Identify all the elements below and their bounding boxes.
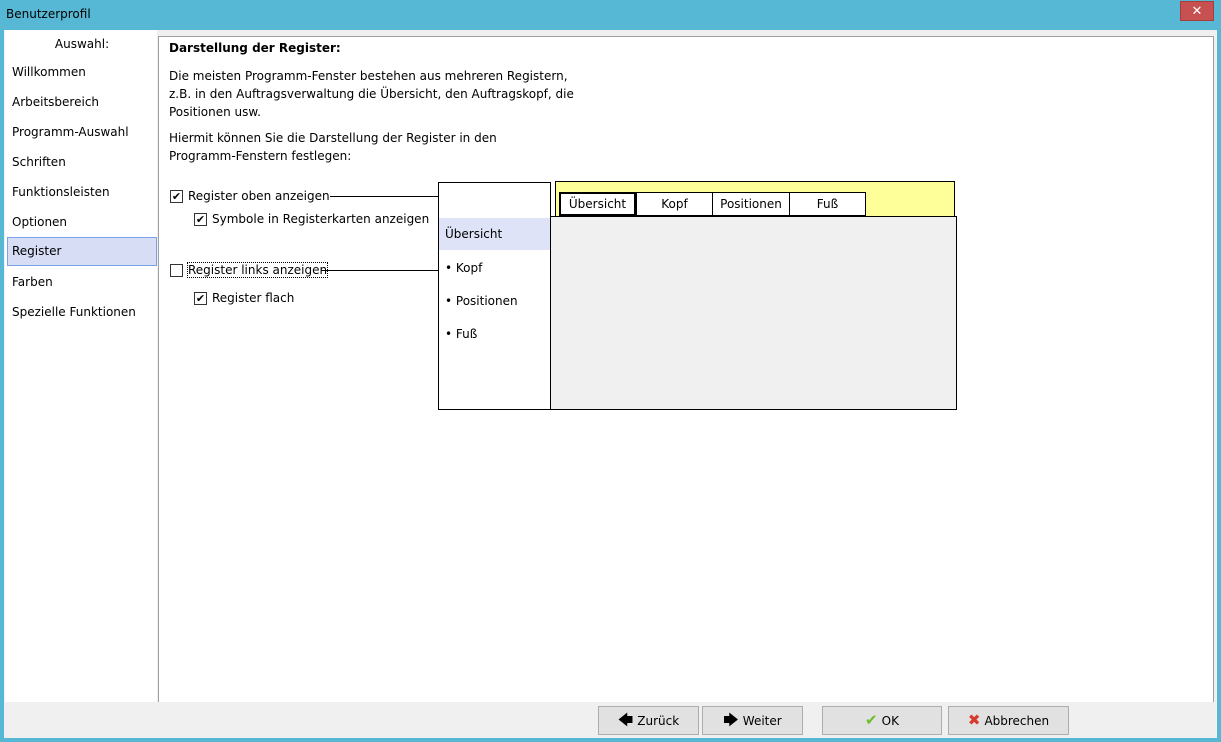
close-button[interactable]: ✕ [1180,1,1214,21]
label-register-links: Register links anzeigen [186,262,329,278]
label-symbole: Symbole in Registerkarten anzeigen [212,212,430,226]
cancel-button-label: Abbrechen [984,713,1050,728]
arrow-right-icon: 🡆 [723,711,739,729]
checkbox-register-oben[interactable]: ✔ [170,189,183,203]
preview-top-tab-positionen: Positionen [712,192,790,216]
option-register-oben[interactable]: ✔ Register oben anzeigen [170,187,330,205]
next-button-label: Weiter [742,713,782,728]
sidebar-item-farben[interactable]: Farben [7,268,157,297]
preview-content-area [551,216,957,410]
label-register-oben: Register oben anzeigen [188,189,330,203]
section-heading: Darstellung der Register: [169,41,341,55]
preview-left-tab-uebersicht: Übersicht [439,218,550,250]
ok-button[interactable]: ✔ OK [822,706,942,735]
button-bar: 🡄 Zurück 🡆 Weiter ✔ OK ✖ Abbrechen [4,702,1217,738]
preview-top-tab-fuss: Fuß [789,192,866,216]
ok-button-label: OK [881,713,899,728]
next-button[interactable]: 🡆 Weiter [702,706,803,735]
back-button[interactable]: 🡄 Zurück [598,706,699,735]
connector-line-left [321,270,438,271]
option-symbole[interactable]: ✔ Symbole in Registerkarten anzeigen [194,210,429,228]
window-title: Benutzerprofil [6,7,91,21]
sidebar-item-funktionsleisten[interactable]: Funktionsleisten [7,178,157,207]
close-icon: ✕ [1191,3,1203,19]
option-register-flach[interactable]: ✔ Register flach [194,289,294,307]
sidebar-item-programm-auswahl[interactable]: Programm-Auswahl [7,118,157,147]
checkbox-register-flach[interactable]: ✔ [194,291,207,305]
title-bar: Benutzerprofil ✕ [0,0,1221,30]
dialog-client: Auswahl: Willkommen Arbeitsbereich Progr… [4,30,1217,738]
cross-icon: ✖ [967,711,981,729]
preview-left-tab-positionen: • Positionen [445,294,518,308]
sidebar-item-arbeitsbereich[interactable]: Arbeitsbereich [7,88,157,117]
sidebar-header: Auswahl: [54,37,110,51]
preview-top-tab-kopf: Kopf [636,192,713,216]
check-icon: ✔ [865,711,878,729]
sidebar-item-willkommen[interactable]: Willkommen [7,58,157,87]
preview-left-tab-kopf: • Kopf [445,261,483,275]
back-button-label: Zurück [637,713,680,728]
sidebar-item-register[interactable]: Register [7,237,157,266]
content-panel: Darstellung der Register: Die meisten Pr… [158,36,1214,703]
preview-top-tab-uebersicht: Übersicht [559,192,636,216]
preview-top-tabs: Übersicht Kopf Positionen Fuß [555,181,955,216]
cancel-button[interactable]: ✖ Abbrechen [948,706,1069,735]
label-register-flach: Register flach [212,291,295,305]
preview-left-tab-fuss: • Fuß [445,327,478,341]
instruction-text: Hiermit können Sie die Darstellung der R… [169,131,497,163]
connector-line-top [330,196,438,197]
option-register-links[interactable]: Register links anzeigen [170,261,329,279]
description-text: Die meisten Programm-Fenster bestehen au… [169,69,574,119]
checkbox-symbole[interactable]: ✔ [194,212,207,226]
sidebar-item-optionen[interactable]: Optionen [7,208,157,237]
sidebar-item-schriften[interactable]: Schriften [7,148,157,177]
arrow-left-icon: 🡄 [617,711,634,729]
preview-left-tabs: Übersicht • Kopf • Positionen • Fuß [438,182,551,410]
checkbox-register-links[interactable] [170,263,183,277]
sidebar-item-spezielle-funktionen[interactable]: Spezielle Funktionen [7,298,157,327]
sidebar: Auswahl: Willkommen Arbeitsbereich Progr… [5,30,157,702]
